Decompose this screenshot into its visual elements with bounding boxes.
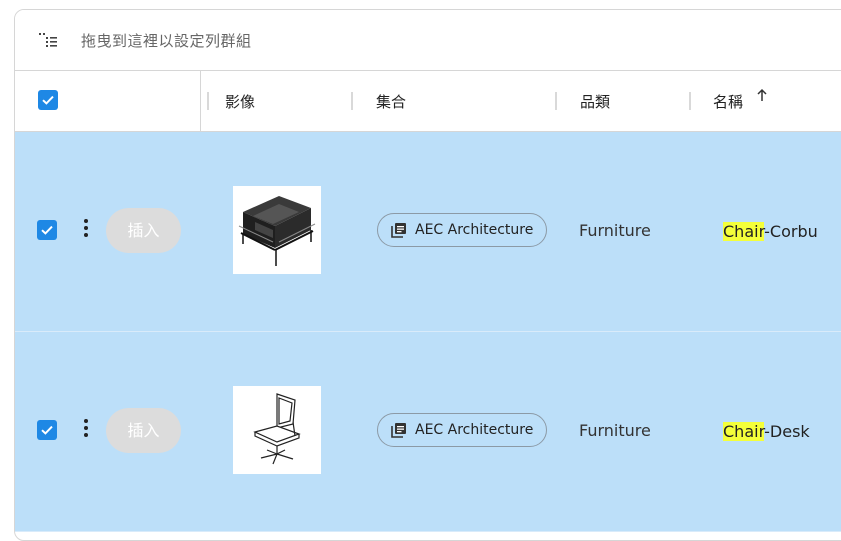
- column-header-row: 影像 集合 品類 名稱: [15, 71, 841, 132]
- table-row[interactable]: 插入 AEC Architecture Furniture Chair-Corb…: [15, 132, 841, 332]
- check-icon: [41, 425, 53, 435]
- collection-label: AEC Architecture: [415, 422, 534, 438]
- collection-chip[interactable]: AEC Architecture: [377, 413, 547, 447]
- column-header-category[interactable]: 品類: [580, 91, 610, 112]
- column-resize-handle[interactable]: [555, 92, 557, 110]
- group-by-icon: [39, 33, 57, 47]
- name-remainder: -Desk: [764, 422, 810, 441]
- sort-ascending-icon[interactable]: [755, 87, 769, 103]
- category-cell: Furniture: [579, 221, 651, 240]
- collection-chip[interactable]: AEC Architecture: [377, 213, 547, 247]
- column-resize-handle[interactable]: [689, 92, 691, 110]
- insert-button[interactable]: 插入: [106, 408, 181, 453]
- name-remainder: -Corbu: [764, 222, 818, 241]
- check-icon: [42, 95, 54, 105]
- insert-button[interactable]: 插入: [106, 208, 181, 253]
- library-icon: [391, 223, 406, 238]
- table-row[interactable]: 插入 AEC Architecture Furniture Chair-Desk: [15, 332, 841, 532]
- header-divider: [200, 71, 201, 131]
- group-drop-hint: 拖曳到這裡以設定列群組: [81, 32, 252, 50]
- column-header-name[interactable]: 名稱: [713, 91, 743, 112]
- column-header-collection[interactable]: 集合: [376, 91, 406, 112]
- row-checkbox[interactable]: [37, 220, 57, 240]
- search-match-highlight: Chair: [723, 222, 765, 241]
- data-grid: 拖曳到這裡以設定列群組 影像 集合 品類 名稱 插入 AEC Architect…: [14, 9, 841, 541]
- check-icon: [41, 225, 53, 235]
- more-options-icon[interactable]: [81, 219, 91, 241]
- row-checkbox[interactable]: [37, 420, 57, 440]
- office-chair-thumbnail: [233, 386, 321, 474]
- more-options-icon[interactable]: [81, 419, 91, 441]
- name-cell: Chair-Desk: [723, 422, 810, 441]
- column-resize-handle[interactable]: [351, 92, 353, 110]
- lounge-armchair-thumbnail: [233, 186, 321, 274]
- row-group-drop-zone[interactable]: 拖曳到這裡以設定列群組: [15, 10, 841, 71]
- library-icon: [391, 423, 406, 438]
- category-cell: Furniture: [579, 421, 651, 440]
- collection-label: AEC Architecture: [415, 222, 534, 238]
- search-match-highlight: Chair: [723, 422, 765, 441]
- name-cell: Chair-Corbu: [723, 222, 818, 241]
- column-resize-handle[interactable]: [207, 92, 209, 110]
- column-header-image[interactable]: 影像: [225, 91, 255, 112]
- select-all-checkbox[interactable]: [38, 90, 58, 110]
